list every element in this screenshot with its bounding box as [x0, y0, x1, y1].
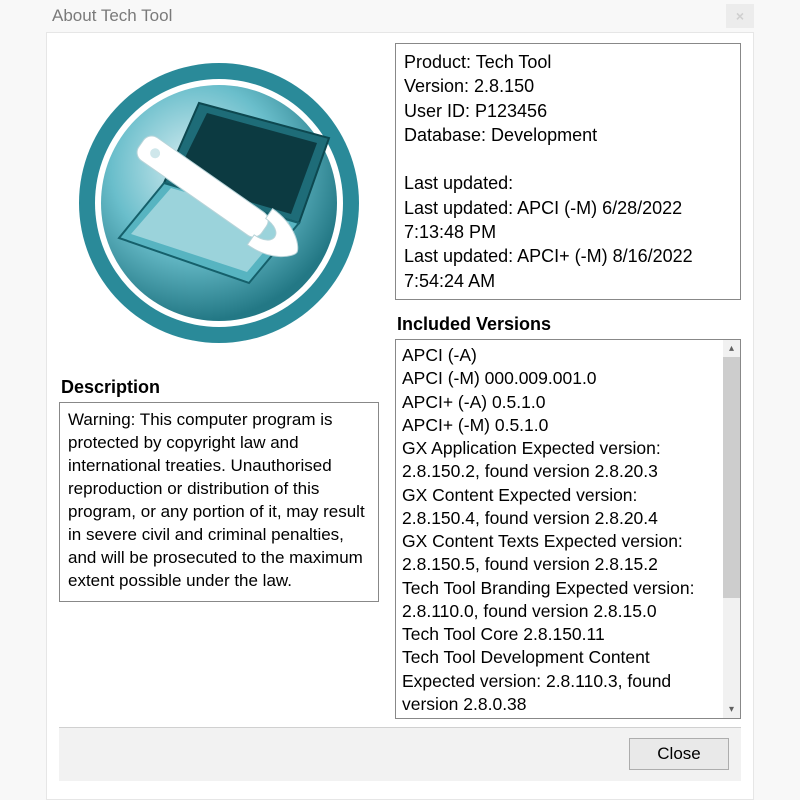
included-version-line: 2.8.150.2, found version 2.8.20.3 — [402, 460, 717, 483]
included-version-line: 2.8.150.5, found version 2.8.15.2 — [402, 553, 717, 576]
last-updated-header: Last updated: — [404, 171, 732, 195]
titlebar: About Tech Tool × — [46, 0, 754, 32]
included-versions-text: APCI (-A)APCI (-M) 000.009.001.0APCI+ (-… — [396, 340, 723, 718]
last-updated-2a: Last updated: APCI+ (-M) 8/16/2022 — [404, 244, 732, 268]
close-button[interactable]: Close — [629, 738, 729, 770]
window-title: About Tech Tool — [52, 6, 172, 26]
scroll-thumb[interactable] — [723, 357, 740, 598]
included-version-line: Tech Tool Development Content — [402, 646, 717, 669]
included-version-line: version 2.8.0.38 — [402, 693, 717, 716]
last-updated-1a: Last updated: APCI (-M) 6/28/2022 — [404, 196, 732, 220]
version-line: Version: 2.8.150 — [404, 74, 732, 98]
included-version-line: GX Content Texts Expected version: — [402, 530, 717, 553]
user-line: User ID: P123456 — [404, 99, 732, 123]
info-column: Product: Tech Tool Version: 2.8.150 User… — [395, 43, 741, 719]
upper-row: Description Warning: This computer progr… — [59, 43, 741, 719]
app-logo — [59, 43, 379, 363]
included-version-line: Tech Tool Help Expected version: — [402, 716, 717, 718]
included-version-line: 2.8.110.0, found version 2.8.15.0 — [402, 600, 717, 623]
description-heading: Description — [61, 377, 379, 398]
included-version-line: APCI (-A) — [402, 344, 717, 367]
dialog-content: Description Warning: This computer progr… — [46, 32, 754, 800]
scroll-down-icon[interactable]: ▾ — [723, 701, 740, 718]
logo-column: Description Warning: This computer progr… — [59, 43, 379, 719]
description-text: Warning: This computer program is protec… — [68, 410, 365, 590]
scroll-track[interactable] — [723, 357, 740, 701]
included-version-line: GX Content Expected version: — [402, 484, 717, 507]
database-line: Database: Development — [404, 123, 732, 147]
close-button-label: Close — [657, 744, 700, 764]
scroll-up-icon[interactable]: ▴ — [723, 340, 740, 357]
wrench-laptop-icon — [69, 53, 369, 353]
last-updated-2b: 7:54:24 AM — [404, 269, 732, 293]
included-version-line: Tech Tool Branding Expected version: — [402, 577, 717, 600]
included-version-line: APCI (-M) 000.009.001.0 — [402, 367, 717, 390]
included-version-line: Expected version: 2.8.110.3, found — [402, 670, 717, 693]
dialog-footer: Close — [59, 727, 741, 781]
included-version-line: APCI+ (-M) 0.5.1.0 — [402, 414, 717, 437]
included-versions-box: APCI (-A)APCI (-M) 000.009.001.0APCI+ (-… — [395, 339, 741, 719]
last-updated-1b: 7:13:48 PM — [404, 220, 732, 244]
included-versions-heading: Included Versions — [397, 314, 741, 335]
included-version-line: 2.8.150.4, found version 2.8.20.4 — [402, 507, 717, 530]
included-version-line: APCI+ (-A) 0.5.1.0 — [402, 391, 717, 414]
product-info-box: Product: Tech Tool Version: 2.8.150 User… — [395, 43, 741, 300]
blank-line — [404, 147, 732, 171]
included-version-line: GX Application Expected version: — [402, 437, 717, 460]
scrollbar[interactable]: ▴ ▾ — [723, 340, 740, 718]
about-dialog: About Tech Tool × — [0, 0, 800, 800]
description-box: Warning: This computer program is protec… — [59, 402, 379, 602]
product-line: Product: Tech Tool — [404, 50, 732, 74]
included-version-line: Tech Tool Core 2.8.150.11 — [402, 623, 717, 646]
close-icon[interactable]: × — [726, 4, 754, 28]
